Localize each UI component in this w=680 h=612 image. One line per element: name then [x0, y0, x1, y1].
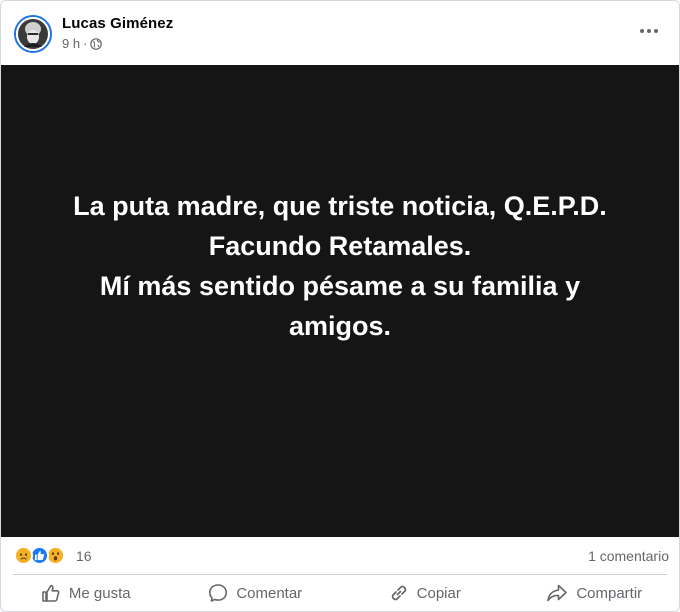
post-text-line: amigos. [288, 311, 392, 341]
meta-separator: · [83, 36, 88, 51]
author-name[interactable]: Lucas Giménez [62, 15, 173, 32]
post-image[interactable]: La puta madre, que triste noticia, Q.E.P… [1, 65, 679, 537]
like-button-label: Me gusta [68, 584, 131, 602]
post-text-line: Facundo Retamales. [208, 231, 472, 261]
comment-button-label: Comentar [236, 584, 303, 602]
reaction-count[interactable]: 16 [76, 548, 92, 564]
comment-icon [208, 583, 228, 603]
reaction-icons[interactable] [14, 546, 65, 566]
post-actions: Me gusta Comentar Copiar Compartir [1, 575, 679, 611]
globe-icon [90, 37, 103, 50]
copy-link-button[interactable]: Copiar [340, 575, 510, 611]
more-options-icon[interactable] [631, 17, 667, 45]
post-time[interactable]: 9 h [62, 36, 80, 51]
comments-count-link[interactable]: 1 comentario [588, 548, 669, 564]
sad-reaction-icon [14, 546, 33, 565]
post-header: Lucas Giménez 9 h · [1, 1, 679, 65]
comment-button[interactable]: Comentar [171, 575, 341, 611]
link-icon [389, 583, 409, 603]
share-button[interactable]: Compartir [510, 575, 680, 611]
post-text-line: La puta madre, que triste noticia, Q.E.P… [73, 191, 607, 221]
share-icon [546, 583, 568, 603]
post-card: Lucas Giménez 9 h · La puta madre, que t… [0, 0, 680, 612]
thumbs-up-icon [41, 583, 61, 603]
post-meta: 9 h · [62, 36, 103, 51]
copy-link-button-label: Copiar [416, 584, 461, 602]
post-image-text: La puta madre, que triste noticia, Q.E.P… [40, 186, 640, 346]
like-button[interactable]: Me gusta [1, 575, 171, 611]
share-button-label: Compartir [576, 584, 643, 602]
avatar-image [16, 17, 50, 51]
avatar[interactable] [14, 15, 52, 53]
reactions-bar: 16 1 comentario [1, 538, 679, 574]
post-text-line: Mí más sentido pésame a su familia y [99, 271, 581, 301]
